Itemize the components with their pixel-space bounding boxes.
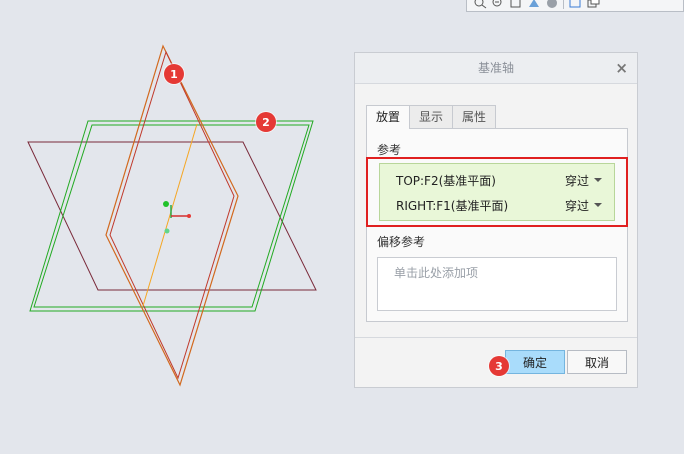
offset-references-label: 偏移参考 bbox=[377, 235, 426, 249]
constraint-type-label: 穿过 bbox=[564, 173, 589, 188]
zoom-in-icon[interactable] bbox=[473, 0, 487, 9]
tab-properties[interactable]: 属性 bbox=[452, 105, 497, 128]
placement-panel: 参考 TOP:F2(基准平面) 穿过 RIGHT:F1(基准平面) 穿过 偏移参… bbox=[366, 128, 628, 322]
right-datum-plane-inner bbox=[109, 50, 235, 380]
dialog-tabs: 放置 显示 属性 bbox=[366, 105, 497, 129]
reference-name: RIGHT:F1(基准平面) bbox=[396, 198, 509, 213]
tab-placement[interactable]: 放置 bbox=[366, 105, 411, 129]
dialog-title: 基准轴 bbox=[477, 61, 514, 75]
close-icon[interactable]: × bbox=[615, 53, 628, 83]
constraint-type-dropdown[interactable]: 穿过 bbox=[565, 172, 602, 189]
dialog-divider bbox=[355, 337, 637, 338]
offset-references-collector[interactable]: 单击此处添加项 bbox=[377, 257, 617, 311]
constraint-type-dropdown[interactable]: 穿过 bbox=[565, 197, 602, 214]
cancel-button[interactable]: 取消 bbox=[567, 350, 627, 374]
reference-name: TOP:F2(基准平面) bbox=[396, 173, 496, 188]
saved-views-icon[interactable] bbox=[568, 0, 582, 9]
tab-display[interactable]: 显示 bbox=[409, 105, 454, 128]
graphics-toolbar bbox=[466, 0, 684, 12]
view-orient-icon[interactable] bbox=[527, 0, 541, 9]
ok-button[interactable]: 确定 bbox=[505, 350, 565, 374]
dialog-titlebar[interactable]: 基准轴 × bbox=[355, 53, 637, 84]
csys-glyph bbox=[163, 201, 191, 234]
toolbar-separator bbox=[563, 0, 564, 9]
display-style-icon[interactable] bbox=[545, 0, 559, 9]
references-label: 参考 bbox=[377, 143, 402, 157]
callout-2: 2 bbox=[256, 112, 276, 132]
chevron-down-icon bbox=[594, 203, 602, 207]
datum-display-icon[interactable] bbox=[586, 0, 600, 9]
refit-icon[interactable] bbox=[509, 0, 523, 9]
reference-row[interactable]: TOP:F2(基准平面) 穿过 bbox=[396, 170, 602, 190]
chevron-down-icon bbox=[594, 178, 602, 182]
references-collector[interactable]: TOP:F2(基准平面) 穿过 RIGHT:F1(基准平面) 穿过 bbox=[379, 163, 615, 221]
zoom-out-icon[interactable] bbox=[491, 0, 505, 9]
offset-placeholder: 单击此处添加项 bbox=[394, 266, 479, 280]
reference-row[interactable]: RIGHT:F1(基准平面) 穿过 bbox=[396, 195, 602, 215]
constraint-type-label: 穿过 bbox=[564, 198, 589, 213]
datum-axis-dialog: 基准轴 × 放置 显示 属性 参考 TOP:F2(基准平面) 穿过 RIGHT:… bbox=[354, 52, 638, 388]
callout-3: 3 bbox=[489, 356, 509, 376]
callout-1: 1 bbox=[164, 64, 184, 84]
